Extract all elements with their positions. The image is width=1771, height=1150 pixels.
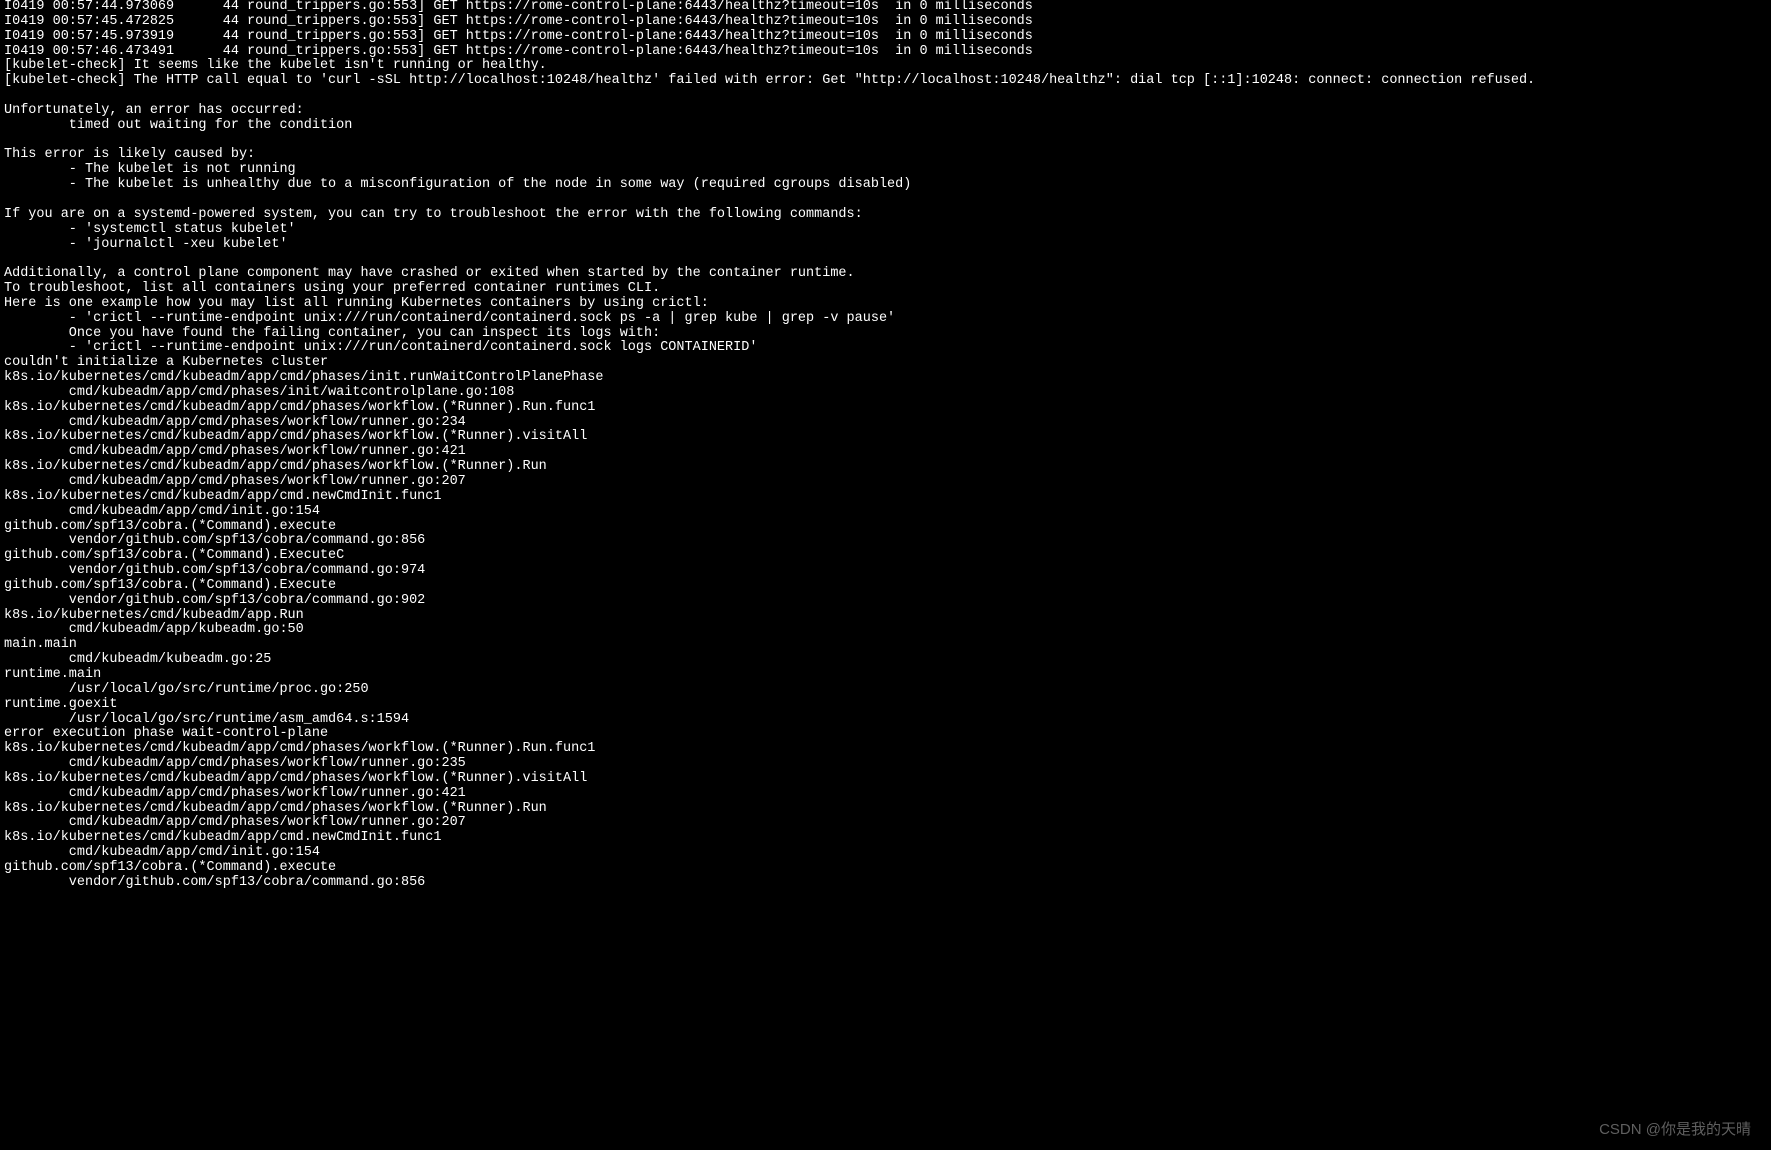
watermark-text: CSDN @你是我的天晴 <box>1599 1122 1751 1139</box>
terminal-output[interactable]: I0419 00:57:44.973069 44 round_trippers.… <box>4 0 1767 891</box>
